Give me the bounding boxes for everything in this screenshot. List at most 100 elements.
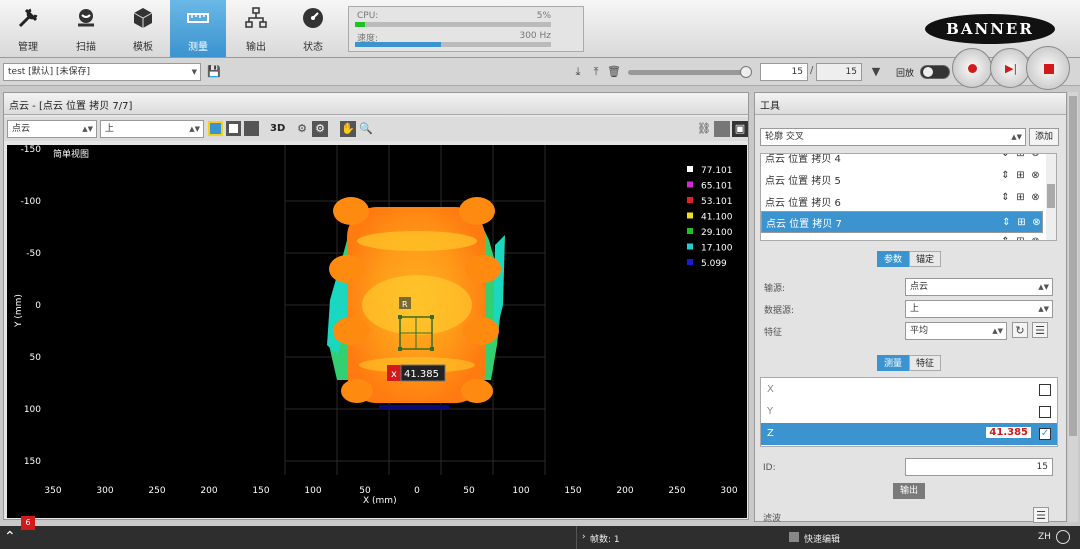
tab-params[interactable]: 参数 — [877, 251, 909, 267]
legend-swatch — [687, 166, 693, 172]
measurement-checkbox[interactable]: ✓ — [1039, 428, 1051, 440]
list-icon[interactable]: ☰ — [1032, 322, 1048, 338]
stop-button[interactable] — [1026, 46, 1070, 90]
tool-list-item[interactable]: 点云 位置 拷贝 4 ⇕ ⊞ ⊗ — [761, 154, 1043, 167]
add-icon[interactable]: ⊞ — [1015, 215, 1028, 229]
language-label[interactable]: ZH — [1038, 532, 1051, 542]
x-tick-label: 100 — [304, 486, 321, 496]
id-field[interactable]: 15 — [905, 458, 1053, 476]
param-select[interactable]: 平均 ▲▼ — [905, 322, 1007, 340]
nav-admin-button[interactable]: 管理 — [0, 0, 56, 57]
globe-icon[interactable] — [1056, 530, 1070, 544]
remove-icon[interactable]: ⊗ — [1029, 192, 1042, 206]
tool-list-item[interactable]: 点云 位置 拷贝 5 ⇕ ⊞ ⊗ — [761, 167, 1043, 189]
add-icon[interactable]: ⊞ — [1014, 154, 1027, 162]
measurement-row[interactable]: X — [761, 379, 1057, 401]
y-tick-label: -100 — [21, 197, 42, 207]
param-value: 上 — [910, 304, 920, 314]
tool-type-value: 轮廓 交叉 — [765, 132, 804, 142]
hand-icon[interactable]: ✋ — [340, 121, 356, 137]
point-cloud-plot[interactable]: R x 41.385 简单视图 -150 -100 -50 0 50 100 150 350… — [7, 145, 747, 518]
3d-view-button[interactable]: 3D — [270, 123, 285, 134]
direction-select[interactable]: 上 ▲▼ — [100, 120, 204, 138]
x-tick-label: 300 — [96, 486, 113, 496]
chevron-down-icon: ▼ — [191, 68, 197, 76]
remove-icon[interactable]: ⊗ — [1029, 154, 1042, 162]
chevron-down-icon: ▲▼ — [189, 125, 200, 133]
param-row: 特征 平均 ▲▼ ↻ ☰ — [760, 321, 1058, 341]
param-value: 点云 — [910, 282, 929, 292]
right-scrollbar[interactable] — [1068, 92, 1078, 522]
upload-icon[interactable]: ⤒ — [588, 64, 604, 80]
tool-list-item[interactable]: 点云 位置 拷贝 8⇕⊞⊗ — [761, 233, 1043, 240]
remove-icon[interactable]: ⊗ — [1029, 170, 1042, 184]
tab-feature[interactable]: 特征 — [909, 355, 941, 371]
frame-current-field[interactable]: 15 — [760, 63, 808, 81]
add-icon[interactable]: ⊞ — [1014, 192, 1027, 206]
add-icon[interactable]: ⊞ — [1014, 170, 1027, 184]
add-tool-button[interactable]: 添加 — [1029, 128, 1059, 146]
tool-list-item[interactable]: 点云 位置 拷贝 7 ⇕ ⊞ ⊗ — [761, 211, 1043, 233]
nav-output-button[interactable]: 输出 — [228, 0, 284, 57]
move-icon[interactable]: ⇕ — [999, 192, 1012, 206]
y-tick-label: -50 — [26, 249, 41, 259]
tab-measure[interactable]: 测量 — [877, 355, 909, 371]
layers-icon[interactable] — [714, 121, 730, 137]
nav-scan-button[interactable]: 扫描 — [58, 0, 114, 57]
refresh-icon[interactable]: ↻ — [1012, 322, 1028, 338]
measurement-row[interactable]: Y — [761, 401, 1057, 423]
gray-view-button[interactable] — [226, 121, 241, 136]
add-icon[interactable]: ⊞ — [1014, 236, 1027, 240]
param-select[interactable]: 点云 ▲▼ — [905, 278, 1053, 296]
marker-value: 41.385 — [404, 369, 439, 380]
slider-handle[interactable] — [740, 66, 752, 78]
cpu-value: 5% — [536, 11, 551, 21]
notification-badge[interactable]: 6 — [21, 516, 35, 530]
scrollbar-thumb[interactable] — [1047, 184, 1055, 208]
x-tick-label: 350 — [44, 486, 61, 496]
list-icon[interactable]: ☰ — [1033, 507, 1049, 523]
tool-list-scrollbar[interactable] — [1046, 154, 1056, 240]
param-select[interactable]: 上 ▲▼ — [905, 300, 1053, 318]
measurement-checkbox[interactable] — [1039, 406, 1051, 418]
remove-icon[interactable]: ⊗ — [1029, 236, 1042, 240]
settings-icon[interactable]: ⚙ — [312, 121, 328, 137]
y-tick-label: 50 — [30, 353, 42, 363]
tool-type-select[interactable]: 轮廓 交叉 ▲▼ — [760, 128, 1026, 146]
color-view-button[interactable] — [208, 121, 223, 136]
step-button[interactable]: ▶| — [990, 48, 1030, 88]
job-select[interactable]: test [默认] [未保存] ▼ — [3, 63, 201, 81]
measurement-key: Y — [767, 406, 774, 417]
x-tick-label: 50 — [359, 486, 371, 496]
download-icon[interactable]: ⤓ — [570, 64, 586, 80]
save-icon[interactable]: 💾 — [206, 64, 222, 80]
move-icon[interactable]: ⇕ — [1000, 215, 1013, 229]
filter-icon[interactable]: ▼ — [868, 64, 884, 80]
quick-edit-checkbox[interactable] — [789, 532, 799, 542]
view-select[interactable]: 点云 ▲▼ — [7, 120, 97, 138]
measurement-row[interactable]: Z 41.385 ✓ — [761, 423, 1057, 445]
playback-slider[interactable] — [628, 66, 752, 78]
dark-view-button[interactable] — [244, 121, 259, 136]
measurement-checkbox[interactable] — [1039, 384, 1051, 396]
record-button[interactable] — [952, 48, 992, 88]
playback-toggle[interactable] — [920, 65, 950, 79]
nav-template-button[interactable]: 模板 — [115, 0, 171, 57]
window-icon[interactable]: ▣ — [732, 121, 748, 137]
param-row: 输源: 点云 ▲▼ — [760, 277, 1058, 297]
scrollbar-thumb[interactable] — [1069, 96, 1077, 436]
tool-list-item[interactable]: 点云 位置 拷贝 6 ⇕ ⊞ ⊗ — [761, 189, 1043, 211]
remove-icon[interactable]: ⊗ — [1030, 215, 1043, 229]
tab-anchor[interactable]: 锚定 — [909, 251, 941, 267]
move-icon[interactable]: ⇕ — [999, 170, 1012, 184]
status-box: CPU: 5% 速度: 300 Hz — [348, 6, 584, 52]
grid-icon[interactable]: ⚙ — [294, 121, 310, 137]
zoom-icon[interactable]: 🔍 — [358, 121, 374, 137]
nav-status-button[interactable]: 状态 — [285, 0, 341, 57]
link-icon[interactable]: ⛓ — [696, 121, 712, 137]
move-icon[interactable]: ⇕ — [999, 236, 1012, 240]
chevron-up-icon[interactable]: ⌃ — [4, 530, 16, 544]
nav-measure-button[interactable]: 测量 — [170, 0, 226, 57]
trash-icon[interactable]: 🗑 — [606, 64, 622, 80]
move-icon[interactable]: ⇕ — [999, 154, 1012, 162]
